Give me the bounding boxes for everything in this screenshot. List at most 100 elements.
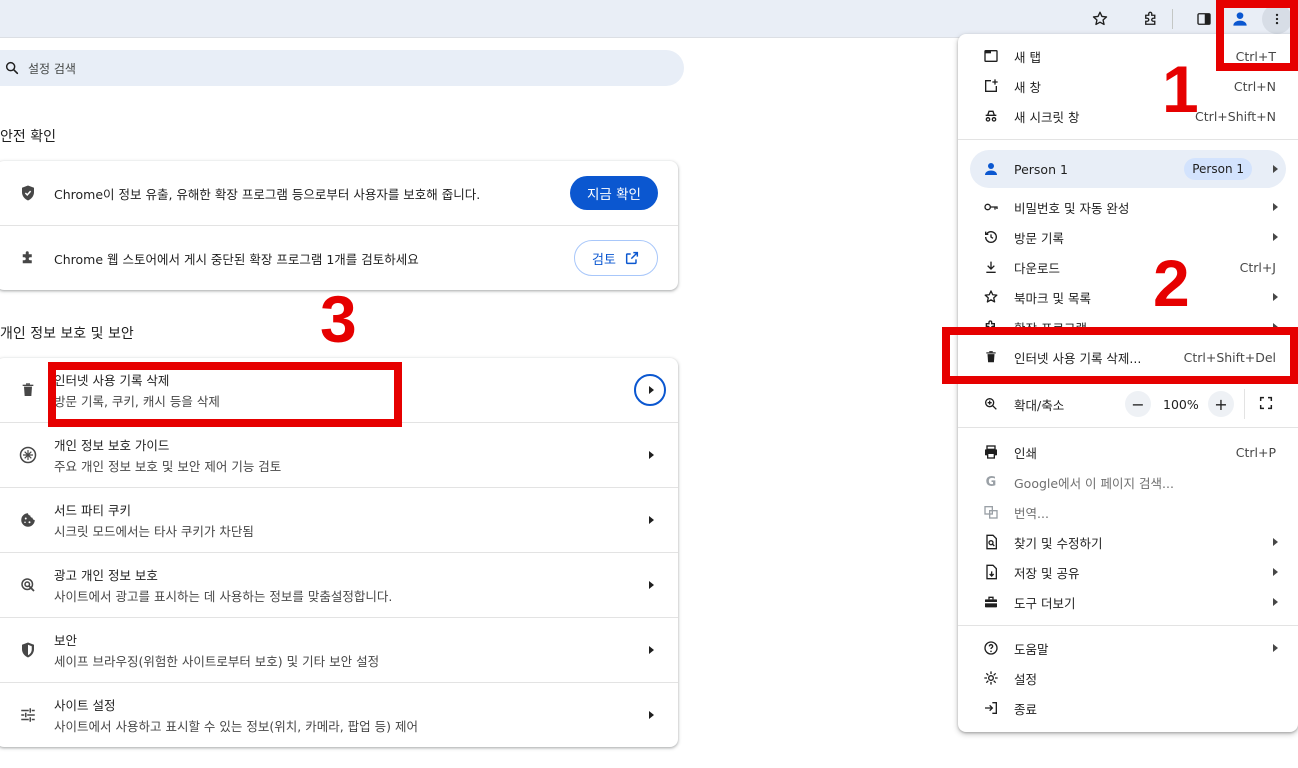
row-subtitle: 사이트에서 광고를 표시하는 데 사용하는 정보를 맞춤설정합니다. (54, 589, 393, 604)
privacy-section-title: 개인 정보 보호 및 보안 (0, 326, 134, 342)
menu-label: 찾기 및 수정하기 (1014, 535, 1103, 551)
shield-check-icon (18, 183, 38, 203)
chevron-right-icon (648, 386, 654, 394)
menu-divider (958, 625, 1298, 626)
fullscreen-icon[interactable] (1258, 395, 1274, 415)
annotation-box-1 (1216, 0, 1298, 71)
menu-find-edit[interactable]: 찾기 및 수정하기 (958, 527, 1298, 557)
site-settings-row[interactable]: 사이트 설정 사이트에서 사용하고 표시할 수 있는 정보(위치, 카메라, 팝… (0, 683, 678, 747)
security-row[interactable]: 보안 세이프 브라우징(위험한 사이트로부터 보호) 및 기타 보안 설정 (0, 618, 678, 683)
zoom-value: 100% (1163, 396, 1199, 412)
menu-help[interactable]: 도움말 (958, 633, 1298, 663)
safety-check-text: Chrome이 정보 유출, 유해한 확장 프로그램 등으로부터 사용자를 보호… (54, 186, 481, 202)
safety-check-row: Chrome이 정보 유출, 유해한 확장 프로그램 등으로부터 사용자를 보호… (0, 161, 678, 226)
zoom-out-button[interactable]: − (1125, 391, 1151, 417)
menu-save-share[interactable]: 저장 및 공유 (958, 557, 1298, 587)
ad-privacy-row[interactable]: 광고 개인 정보 보호 사이트에서 광고를 표시하는 데 사용하는 정보를 맞춤… (0, 553, 678, 618)
row-title: 서드 파티 쿠키 (54, 503, 131, 518)
settings-search-input[interactable]: 설정 검색 (0, 50, 684, 86)
privacy-guide-row[interactable]: 개인 정보 보호 가이드 주요 개인 정보 보호 및 보안 제어 기능 검토 (0, 423, 678, 488)
menu-history[interactable]: 방문 기록 (958, 222, 1298, 252)
menu-divider (958, 139, 1298, 140)
chevron-right-icon (1273, 165, 1278, 173)
chevron-right-icon (1273, 644, 1278, 652)
menu-shortcut: Ctrl+N (1233, 78, 1276, 94)
menu-label: 인쇄 (1014, 445, 1038, 461)
person-name: Person 1 (1014, 162, 1068, 177)
extension-review-row: Chrome 웹 스토어에서 게시 중단된 확장 프로그램 1개를 검토하세요 … (0, 226, 678, 290)
open-external-icon (625, 251, 639, 265)
menu-translate[interactable]: 번역... (958, 497, 1298, 527)
chevron-right-icon (649, 581, 654, 589)
menu-zoom: 확대/축소 − 100% + (958, 389, 1298, 419)
extension-review-text: Chrome 웹 스토어에서 게시 중단된 확장 프로그램 1개를 검토하세요 (54, 251, 419, 267)
annotation-box-3 (48, 362, 402, 427)
menu-label: 다운로드 (1014, 260, 1061, 276)
menu-settings[interactable]: 설정 (958, 663, 1298, 693)
row-title: 사이트 설정 (54, 698, 116, 713)
row-subtitle: 세이프 브라우징(위험한 사이트로부터 보호) 및 기타 보안 설정 (54, 654, 380, 669)
menu-google-search[interactable]: G Google에서 이 페이지 검색... (958, 467, 1298, 497)
annotation-number-1: 1 (1162, 52, 1199, 126)
download-icon (982, 258, 1000, 276)
zoom-icon (982, 395, 1000, 413)
gear-icon (982, 669, 1000, 687)
menu-shortcut: Ctrl+P (1235, 444, 1276, 460)
chevron-right-icon (649, 451, 654, 459)
puzzle-icon (18, 248, 38, 268)
new-window-icon (982, 77, 1000, 95)
menu-divider (958, 427, 1298, 428)
review-button[interactable]: 검토 (574, 240, 658, 276)
chevron-right-icon (1273, 568, 1278, 576)
menu-exit[interactable]: 종료 (958, 693, 1298, 723)
menu-downloads[interactable]: 다운로드 Ctrl+J (958, 252, 1298, 282)
menu-passwords[interactable]: 비밀번호 및 자동 완성 (958, 192, 1298, 222)
new-tab-icon (982, 47, 1000, 65)
clear-data-arrow-button[interactable] (634, 374, 666, 406)
menu-person-profile[interactable]: Person 1 Person 1 (970, 150, 1286, 188)
privacy-guide-icon (18, 445, 38, 465)
trash-icon (18, 380, 38, 400)
menu-label: 종료 (1014, 701, 1038, 717)
menu-more-tools[interactable]: 도구 더보기 (958, 587, 1298, 617)
tune-icon (18, 705, 38, 725)
chevron-right-icon (1273, 293, 1278, 301)
menu-bookmarks[interactable]: 북마크 및 목록 (958, 282, 1298, 312)
search-icon (5, 61, 19, 75)
zoom-in-button[interactable]: + (1208, 391, 1234, 417)
toolbar-separator (1172, 9, 1173, 29)
review-button-label: 검토 (592, 252, 616, 268)
menu-label: 방문 기록 (1014, 230, 1064, 246)
bookmark-star-icon[interactable] (1085, 4, 1115, 34)
menu-label: 새 탭 (1014, 49, 1041, 65)
menu-label: 도구 더보기 (1014, 595, 1076, 611)
incognito-icon (982, 107, 1000, 125)
row-title: 개인 정보 보호 가이드 (54, 438, 170, 453)
menu-print[interactable]: 인쇄 Ctrl+P (958, 437, 1298, 467)
menu-shortcut: Ctrl+Shift+N (1195, 108, 1276, 124)
menu-label: 새 창 (1014, 79, 1041, 95)
browser-toolbar (0, 0, 1298, 38)
extensions-icon[interactable] (1136, 4, 1166, 34)
translate-icon (982, 503, 1000, 521)
chevron-right-icon (1273, 538, 1278, 546)
key-icon (982, 198, 1000, 216)
side-panel-icon[interactable] (1189, 4, 1219, 34)
save-share-icon (982, 563, 1000, 581)
security-shield-icon (18, 640, 38, 660)
annotation-box-2 (942, 327, 1298, 384)
menu-label: 번역... (1014, 505, 1049, 521)
check-now-button[interactable]: 지금 확인 (570, 176, 658, 210)
menu-new-incognito[interactable]: 새 시크릿 창 Ctrl+Shift+N (958, 101, 1298, 131)
exit-icon (982, 699, 1000, 717)
menu-label: 도움말 (1014, 641, 1049, 657)
row-subtitle: 사이트에서 사용하고 표시할 수 있는 정보(위치, 카메라, 팝업 등) 제어 (54, 719, 418, 734)
help-icon (982, 639, 1000, 657)
chevron-right-icon (649, 516, 654, 524)
third-party-cookies-row[interactable]: 서드 파티 쿠키 시크릿 모드에서는 타사 쿠키가 차단됨 (0, 488, 678, 553)
person-icon (982, 160, 1000, 182)
menu-label: 북마크 및 목록 (1014, 290, 1091, 306)
menu-new-window[interactable]: 새 창 Ctrl+N (958, 71, 1298, 101)
chevron-right-icon (649, 646, 654, 654)
search-placeholder: 설정 검색 (28, 61, 76, 76)
